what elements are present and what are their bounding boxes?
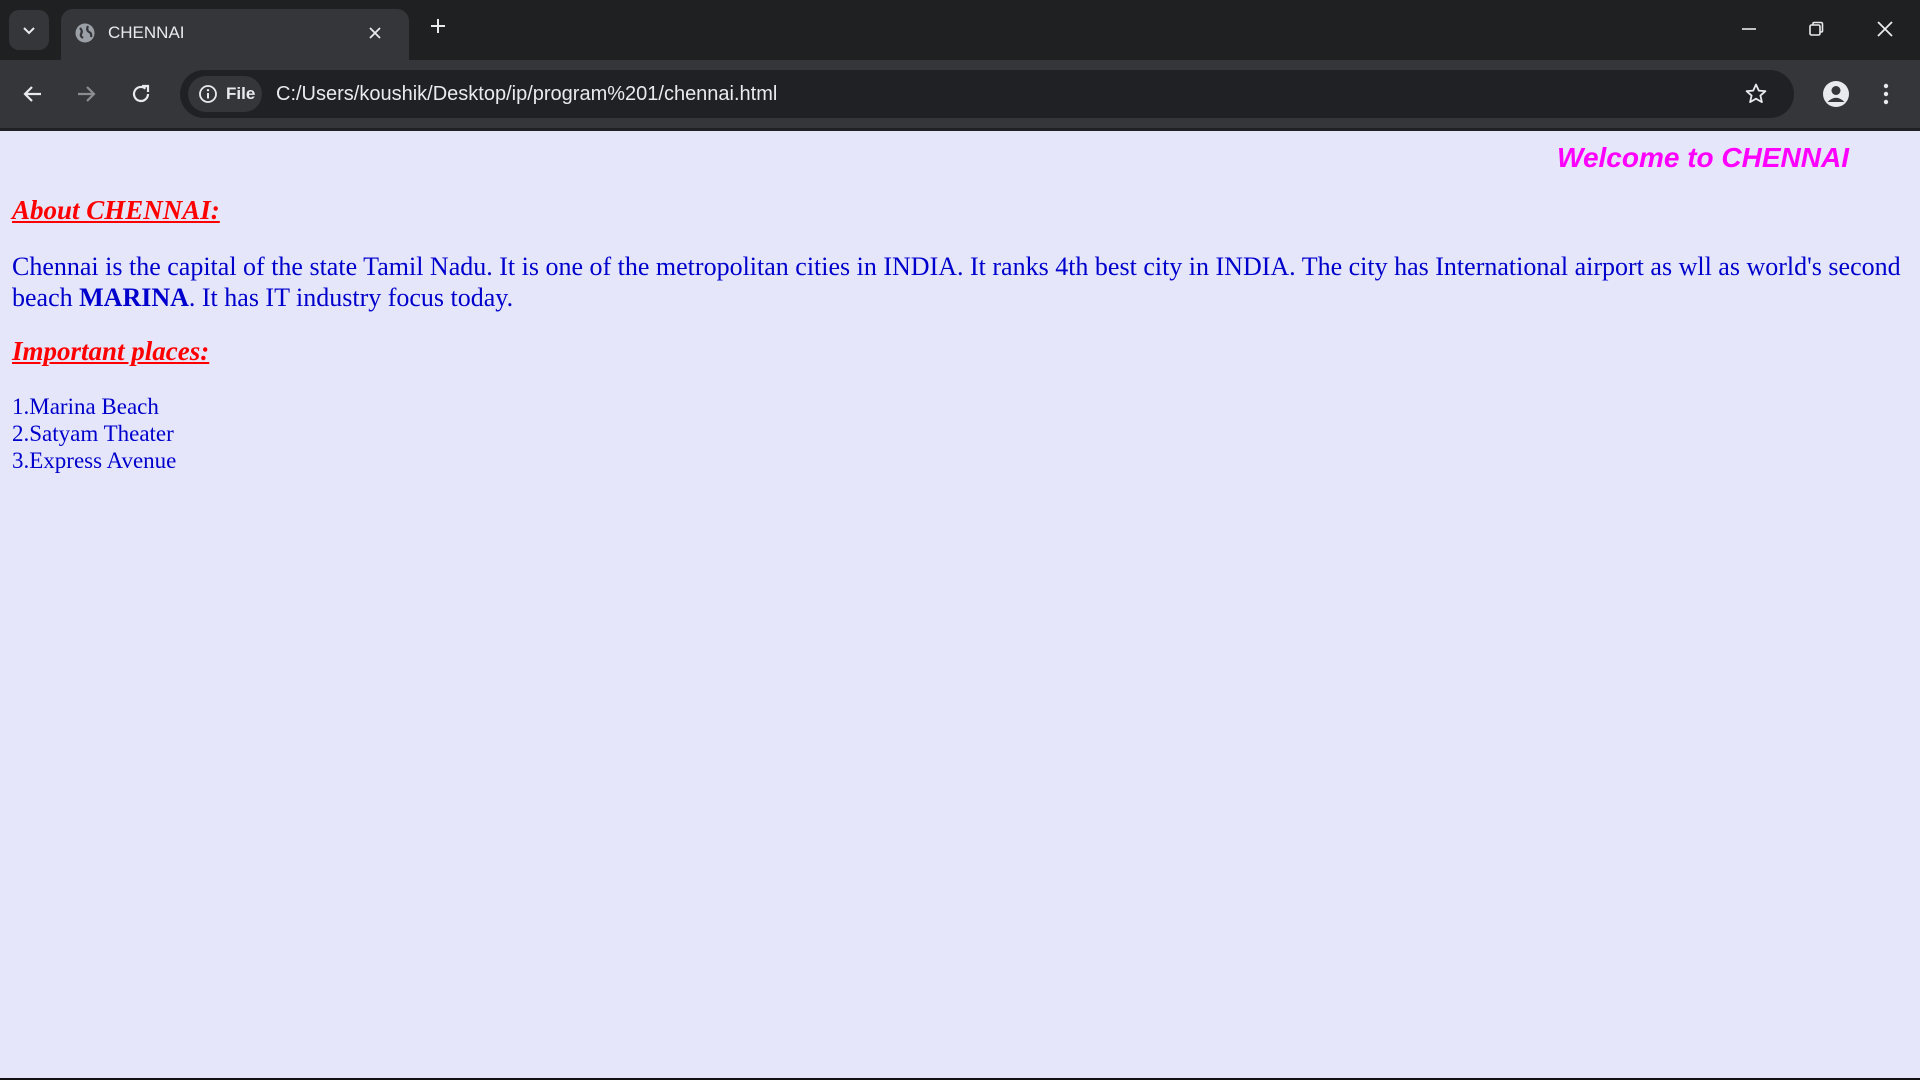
site-info-chip[interactable]: File bbox=[188, 76, 262, 112]
address-bar[interactable]: File C:/Users/koushik/Desktop/ip/program… bbox=[180, 70, 1794, 118]
info-icon bbox=[199, 85, 217, 103]
minimize-icon bbox=[1742, 28, 1756, 30]
arrow-left-icon bbox=[23, 86, 41, 102]
list-item: 2.Satyam Theater bbox=[12, 421, 174, 446]
page-viewport: Welcome to CHENNAI About CHENNAI: Chenna… bbox=[0, 131, 1920, 1078]
close-icon bbox=[1877, 21, 1893, 37]
close-window-button[interactable] bbox=[1862, 12, 1908, 46]
tab-close-button[interactable] bbox=[363, 21, 387, 45]
star-icon bbox=[1745, 83, 1767, 103]
places-list: 1.Marina Beach 2.Satyam Theater 3.Expres… bbox=[12, 393, 176, 474]
places-heading: Important places: bbox=[12, 336, 210, 366]
reload-button[interactable] bbox=[123, 76, 159, 112]
bookmark-button[interactable] bbox=[1742, 80, 1770, 108]
active-tab[interactable]: CHENNAI bbox=[61, 9, 409, 60]
person-icon bbox=[1823, 81, 1849, 107]
welcome-banner: Welcome to CHENNAI bbox=[1557, 142, 1849, 173]
close-icon bbox=[369, 27, 381, 39]
plus-icon bbox=[431, 19, 445, 33]
url-text[interactable]: C:/Users/koushik/Desktop/ip/program%201/… bbox=[276, 70, 777, 118]
site-chip-label: File bbox=[226, 84, 256, 103]
browser-menu-button[interactable] bbox=[1870, 76, 1902, 112]
tab-strip: CHENNAI bbox=[0, 0, 1920, 60]
about-heading: About CHENNAI: bbox=[12, 195, 220, 225]
kebab-menu-icon bbox=[1883, 83, 1889, 105]
arrow-right-icon bbox=[78, 86, 96, 102]
forward-button[interactable] bbox=[68, 76, 104, 112]
restore-icon bbox=[1809, 21, 1824, 36]
tab-title: CHENNAI bbox=[108, 23, 185, 42]
globe-icon bbox=[73, 21, 97, 45]
new-tab-button[interactable] bbox=[425, 13, 451, 39]
restore-button[interactable] bbox=[1793, 12, 1839, 46]
chevron-down-icon bbox=[23, 27, 35, 35]
minimize-button[interactable] bbox=[1726, 12, 1772, 46]
tab-search-button[interactable] bbox=[9, 10, 49, 50]
about-paragraph: Chennai is the capital of the state Tami… bbox=[12, 251, 1910, 313]
profile-button[interactable] bbox=[1818, 76, 1854, 112]
back-button[interactable] bbox=[15, 76, 51, 112]
about-text-part-2: . It has IT industry focus today. bbox=[188, 283, 514, 312]
about-text-bold: MARINA bbox=[79, 283, 189, 312]
reload-icon bbox=[132, 84, 150, 103]
list-item: 1.Marina Beach bbox=[12, 394, 159, 419]
list-item: 3.Express Avenue bbox=[12, 448, 177, 473]
toolbar: File C:/Users/koushik/Desktop/ip/program… bbox=[0, 60, 1920, 128]
